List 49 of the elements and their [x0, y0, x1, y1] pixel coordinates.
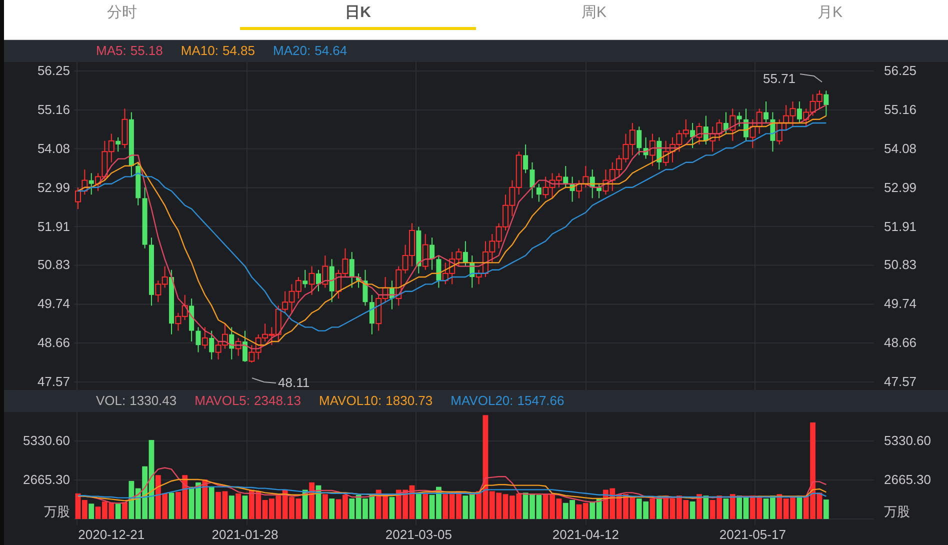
legend-label: MAVOL5:	[194, 392, 250, 410]
price-axis-label: 54.08	[884, 142, 917, 156]
volume-axis-label: 5330.60	[23, 434, 70, 448]
legend-label: MA10:	[180, 42, 218, 60]
chart-tab[interactable]: 周K	[476, 0, 712, 30]
volume-unit-label: 万股	[44, 505, 70, 519]
legend-value: 1330.43	[130, 392, 177, 410]
legend-label: MA20:	[273, 42, 311, 60]
legend-value: 55.18	[130, 42, 163, 60]
date-axis-label: 2021-05-17	[719, 528, 786, 542]
legend-value: 54.64	[314, 42, 348, 60]
date-axis-label: 2021-03-05	[385, 528, 452, 542]
volume-axis-label: 2665.30	[23, 472, 70, 487]
chart-tab[interactable]: 月K	[712, 0, 948, 30]
legend-label: MA5:	[96, 42, 126, 60]
legend-label: VOL:	[96, 392, 126, 410]
price-axis-label: 51.91	[884, 220, 917, 234]
date-axis-label: 2021-04-12	[552, 528, 619, 542]
high-price-label: 55.71	[763, 71, 796, 86]
chart-tab[interactable]: 分时	[4, 0, 240, 30]
volume-axis-label: 万股	[884, 505, 910, 519]
price-axis-label: 49.74	[884, 297, 917, 312]
price-axis-label: 47.57	[884, 375, 917, 389]
price-axis-label: 49.74	[37, 297, 70, 312]
volume-axis-label: 2665.30	[884, 473, 931, 487]
price-axis-label: 52.99	[884, 180, 917, 195]
price-axis-label: 55.16	[37, 102, 70, 117]
price-axis-label: 52.99	[37, 180, 70, 195]
legend-value: 54.85	[222, 42, 256, 60]
legend-label: MAVOL10:	[319, 392, 382, 410]
date-axis-label: 2021-01-28	[212, 528, 278, 542]
price-axis-label: 47.57	[37, 375, 70, 389]
price-axis-label: 54.08	[37, 142, 70, 156]
legend-label: MAVOL20:	[450, 392, 514, 410]
date-axis-label: 2020-12-21	[78, 528, 145, 542]
volume-axis-label: 5330.60	[884, 434, 931, 448]
legend-value: 2348.13	[254, 392, 302, 410]
price-axis-label: 50.83	[37, 258, 70, 272]
price-axis-label: 50.83	[884, 258, 917, 272]
chart-tab[interactable]: 日K	[240, 0, 476, 30]
legend-value: 1830.73	[386, 392, 433, 410]
price-axis-label: 48.66	[884, 336, 917, 350]
price-axis-label: 51.91	[37, 220, 70, 234]
price-axis-label: 55.16	[884, 102, 917, 117]
price-axis-label: 56.25	[37, 64, 70, 78]
price-axis-label: 56.25	[884, 64, 917, 78]
price-axis-label: 48.66	[37, 336, 70, 350]
low-price-label: 48.11	[278, 375, 310, 390]
legend-value: 1547.66	[517, 392, 564, 410]
